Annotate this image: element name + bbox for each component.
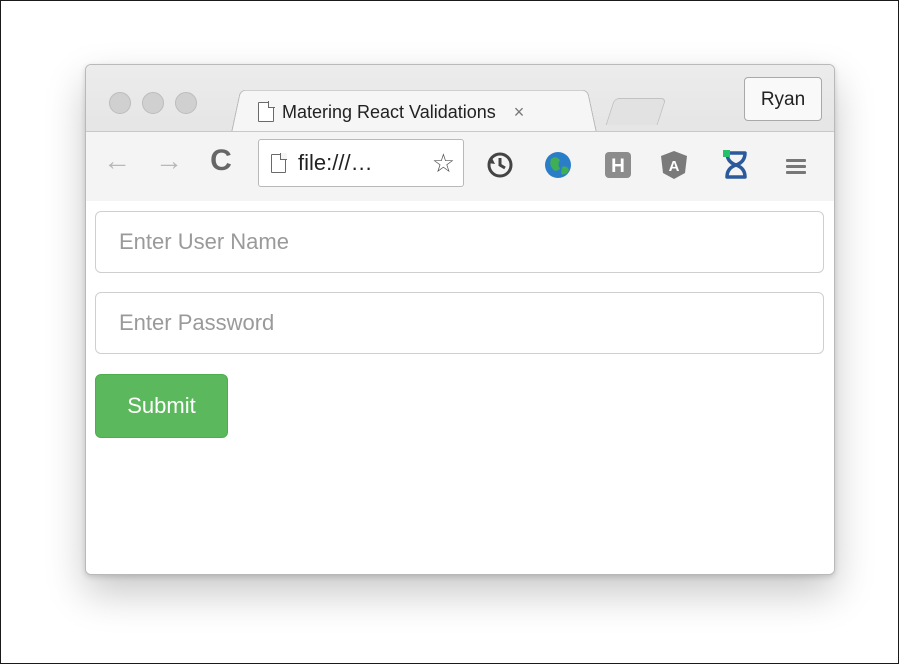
angular-extension-icon[interactable]: A [658,149,690,181]
tab-content: Matering React Validations × [258,95,524,129]
new-tab-button[interactable] [605,98,667,125]
angular-extension-label: A [669,158,680,175]
page-content: Submit [86,201,834,574]
sync-extension-icon[interactable] [484,149,516,181]
tab-strip: Matering React Validations × Ryan [86,65,834,133]
close-window-button[interactable] [109,92,131,114]
forward-arrow-icon[interactable]: → [152,144,186,178]
back-arrow-icon[interactable]: ← [100,144,134,178]
reload-icon[interactable]: C [204,144,238,178]
profile-button[interactable]: Ryan [744,77,822,121]
h-extension-label: H [611,156,625,177]
browser-window: Matering React Validations × Ryan ← → C … [85,64,835,575]
tab-title: Matering React Validations [282,101,496,122]
bookmark-star-icon[interactable]: ☆ [432,150,455,176]
password-input[interactable] [95,292,824,354]
page-icon [258,101,275,122]
browser-chrome: Matering React Validations × Ryan ← → C … [86,65,834,202]
page-icon [271,152,287,173]
address-text: file:///… [298,150,373,175]
username-input[interactable] [95,211,824,273]
minimize-window-button[interactable] [142,92,164,114]
submit-button[interactable]: Submit [95,374,228,438]
tab-close-icon[interactable]: × [514,102,525,123]
hourglass-extension-icon[interactable] [720,149,752,181]
menu-icon[interactable] [786,159,806,174]
h-extension-icon[interactable]: H [602,149,634,181]
address-bar[interactable]: file:///… ☆ [258,139,464,187]
screenshot-frame: Matering React Validations × Ryan ← → C … [0,0,899,664]
zoom-window-button[interactable] [175,92,197,114]
globe-extension-icon[interactable] [542,149,574,181]
